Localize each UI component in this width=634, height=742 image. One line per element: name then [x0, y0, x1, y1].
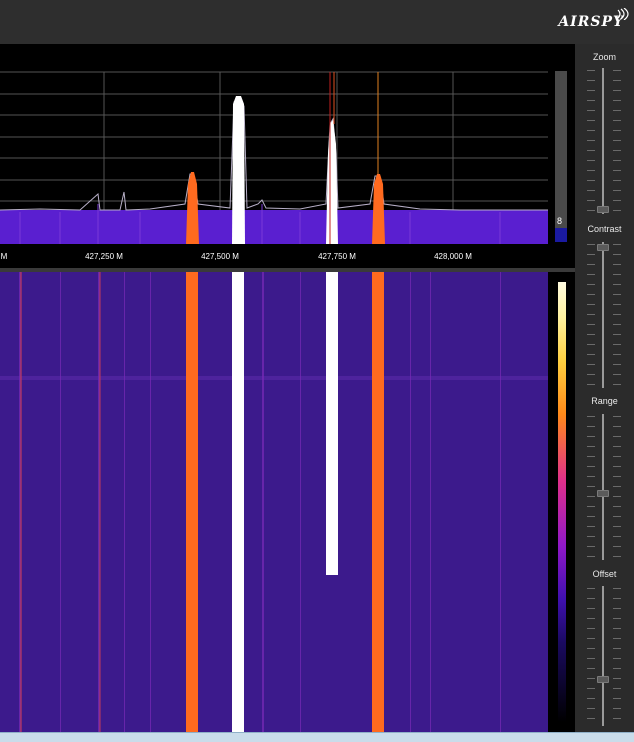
freq-label-1: 427,250 M: [85, 252, 123, 261]
spectrum-plot[interactable]: [0, 44, 575, 268]
level-indicator: 8: [557, 216, 563, 226]
signal-peak-427720: [326, 120, 338, 244]
freq-label-3: 427,750 M: [318, 252, 356, 261]
airspy-logo: AIRSPY: [558, 14, 624, 30]
range-slider-thumb[interactable]: [597, 490, 609, 497]
zoom-label: Zoom: [592, 52, 616, 62]
level-fill: [555, 228, 567, 242]
spectrum-analyzer[interactable]: 8 M 427,250 M 427,500 M 427,750 M 428,00…: [0, 44, 575, 268]
range-label: Range: [591, 396, 618, 406]
noise-floor-fill: [0, 210, 548, 244]
waterfall-trace-orange-1: [186, 272, 198, 732]
signal-peak-427400: [186, 172, 199, 244]
freq-label-0: M: [0, 252, 8, 261]
signal-peak-427500: [232, 96, 245, 244]
offset-label: Offset: [592, 569, 617, 579]
freq-label-2: 427,500 M: [201, 252, 239, 261]
control-sidebar: Zoom Contrast Range Offset: [575, 44, 634, 732]
contrast-label: Contrast: [587, 224, 622, 234]
zoom-slider-ticks: [587, 70, 621, 212]
waterfall-trace-orange-2: [372, 272, 384, 732]
spectrum-trace: [0, 99, 548, 211]
offset-slider-thumb[interactable]: [597, 676, 609, 683]
radio-waves-icon: [617, 8, 629, 20]
waterfall-traces: [0, 272, 548, 732]
waterfall-trace-white-2: [326, 272, 338, 575]
status-bar: [0, 732, 634, 742]
contrast-slider-ticks: [587, 244, 621, 386]
offset-slider-ticks: [587, 588, 621, 724]
waterfall-area[interactable]: [0, 272, 548, 732]
top-toolbar: AIRSPY: [0, 0, 634, 44]
contrast-slider-thumb[interactable]: [597, 244, 609, 251]
zoom-slider-thumb[interactable]: [597, 206, 609, 213]
waterfall-display[interactable]: [0, 272, 575, 732]
waterfall-color-palette: [558, 282, 566, 722]
waterfall-trace-white-1: [232, 272, 244, 732]
range-slider-ticks: [587, 416, 621, 558]
freq-label-4: 428,000 M: [434, 252, 472, 261]
